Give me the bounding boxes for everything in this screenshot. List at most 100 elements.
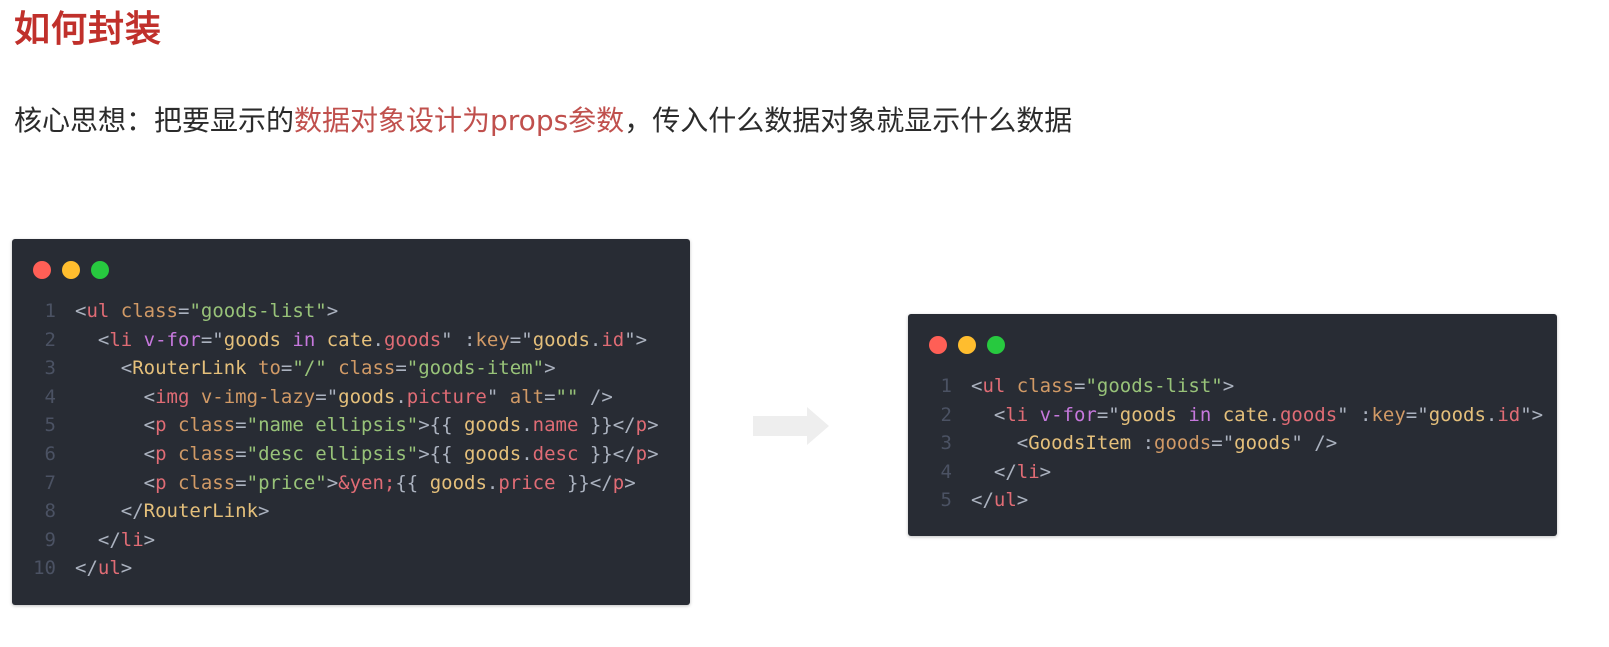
code-token: class bbox=[326, 357, 396, 380]
right-arrow-icon bbox=[753, 407, 829, 445]
code-line: 9 </li> bbox=[12, 526, 659, 555]
code-token: " bbox=[486, 385, 499, 408]
code-token: }}</ bbox=[578, 442, 636, 465]
line-number: 6 bbox=[44, 442, 56, 465]
code-token: v-for bbox=[132, 328, 201, 351]
code-token: v-img-lazy bbox=[189, 385, 316, 408]
line-number: 9 bbox=[44, 528, 56, 551]
minimize-dot-icon bbox=[958, 336, 976, 354]
code-token: goods bbox=[1119, 403, 1177, 426]
code-token: =" bbox=[315, 385, 339, 408]
code-token: li bbox=[109, 328, 133, 351]
code-token: li bbox=[1016, 460, 1040, 483]
code-token: to bbox=[246, 357, 281, 380]
code-token: li bbox=[120, 528, 144, 551]
code-token: &yen; bbox=[338, 471, 396, 494]
code-token: . bbox=[1485, 403, 1498, 426]
code-token: GoodsItem bbox=[1028, 432, 1132, 455]
close-dot-icon bbox=[33, 261, 51, 279]
code-token: . bbox=[1268, 403, 1280, 426]
code-token: li bbox=[1005, 403, 1029, 426]
code-token: > bbox=[647, 442, 659, 465]
code-token: v-for bbox=[1028, 403, 1097, 426]
code-token: "> bbox=[624, 328, 648, 351]
code-token: = bbox=[235, 442, 247, 465]
code-token: p bbox=[155, 471, 167, 494]
code-token: goods bbox=[463, 414, 522, 437]
code-token: alt bbox=[498, 385, 545, 408]
code-token: > bbox=[326, 471, 339, 494]
code-token: cate bbox=[1222, 403, 1269, 426]
minimize-dot-icon bbox=[62, 261, 80, 279]
line-number: 10 bbox=[33, 557, 56, 580]
code-token: goods bbox=[383, 328, 442, 351]
line-number: 5 bbox=[44, 414, 56, 437]
code-token: </ bbox=[75, 528, 121, 551]
code-token: goods bbox=[338, 385, 396, 408]
code-block-original: 1 <ul class="goods-list"> 2 <li v-for="goo… bbox=[12, 297, 659, 583]
code-token: = bbox=[1073, 375, 1086, 397]
code-token: < bbox=[75, 414, 156, 437]
code-token: RouterLink bbox=[143, 500, 259, 523]
code-line: 5 </ul> bbox=[908, 486, 1543, 515]
code-token: class bbox=[166, 414, 236, 437]
code-token: > bbox=[1222, 375, 1235, 397]
code-token: picture bbox=[406, 385, 487, 408]
code-token: }}</ bbox=[555, 471, 613, 494]
code-token: p bbox=[635, 414, 648, 437]
close-dot-icon bbox=[929, 336, 947, 354]
code-token: . bbox=[589, 328, 602, 351]
code-token: in bbox=[280, 328, 327, 351]
code-token: </ bbox=[75, 557, 98, 580]
code-token: img bbox=[155, 385, 190, 408]
code-line: 2 <li v-for="goods in cate.goods" :key="… bbox=[12, 326, 659, 355]
code-token: p bbox=[155, 414, 167, 437]
code-token: "desc ellipsis" bbox=[246, 442, 419, 465]
code-token: "name ellipsis" bbox=[246, 414, 419, 437]
code-token: < bbox=[971, 403, 1006, 426]
code-token: price bbox=[498, 471, 556, 494]
code-token: > bbox=[1016, 489, 1029, 512]
code-token: > bbox=[258, 500, 270, 523]
code-token: > bbox=[120, 557, 133, 580]
code-token: goods bbox=[223, 328, 281, 351]
line-number: 2 bbox=[940, 403, 952, 426]
code-token: . bbox=[395, 385, 407, 408]
code-token: " : bbox=[1337, 403, 1372, 426]
code-token: > bbox=[143, 528, 156, 551]
code-token: > bbox=[1039, 460, 1052, 483]
code-token: p bbox=[612, 471, 625, 494]
code-line: 10 </ul> bbox=[12, 554, 659, 583]
line-number: 3 bbox=[940, 432, 952, 455]
code-line: 1 <ul class="goods-list"> bbox=[12, 297, 659, 326]
code-token: : bbox=[1131, 432, 1155, 455]
code-token: class bbox=[1005, 375, 1074, 397]
code-token: . bbox=[521, 414, 533, 437]
code-token: </ bbox=[971, 489, 994, 512]
line-number: 4 bbox=[44, 385, 56, 408]
code-token: < bbox=[75, 328, 110, 351]
code-token: > bbox=[326, 300, 339, 322]
code-token: p bbox=[635, 442, 648, 465]
code-token: > bbox=[624, 471, 636, 494]
subtitle: 核心思想：把要显示的数据对象设计为props参数，传入什么数据对象就显示什么数据 bbox=[14, 100, 1072, 142]
code-line: 6 <p class="desc ellipsis">{{ goods.desc… bbox=[12, 440, 659, 469]
code-token: " bbox=[1222, 432, 1235, 455]
code-token: > bbox=[544, 357, 556, 380]
code-token: " bbox=[1291, 432, 1303, 455]
code-token: . bbox=[521, 442, 533, 465]
code-token: < bbox=[75, 385, 156, 408]
code-token: =" bbox=[200, 328, 224, 351]
subtitle-suffix: ，传入什么数据对象就显示什么数据 bbox=[624, 104, 1073, 137]
code-token: class bbox=[166, 442, 236, 465]
subtitle-highlight: 数据对象设计为props参数 bbox=[294, 104, 625, 137]
code-token: ul bbox=[993, 489, 1017, 512]
code-token: < bbox=[75, 357, 133, 380]
code-token: >{{ bbox=[418, 414, 464, 437]
code-token: =" bbox=[509, 328, 533, 351]
code-token: goods bbox=[532, 328, 590, 351]
code-token: goods bbox=[429, 471, 487, 494]
code-token: "goods-item" bbox=[406, 357, 545, 380]
code-token: {{ bbox=[395, 471, 430, 494]
code-token: > bbox=[647, 414, 659, 437]
